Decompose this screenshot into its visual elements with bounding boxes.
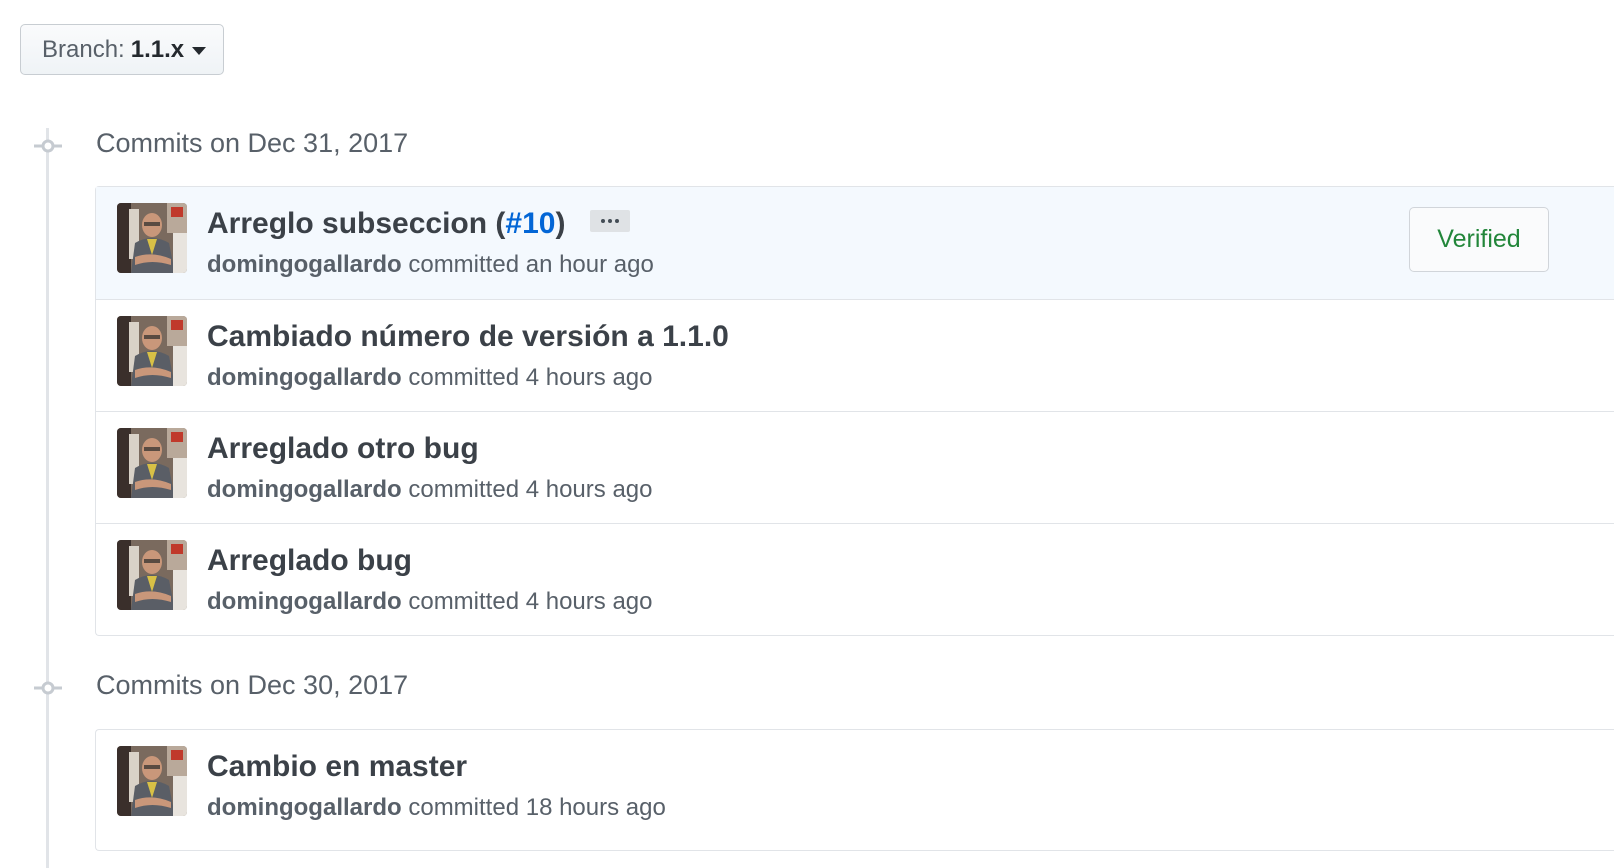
commit-time: 4 hours ago xyxy=(525,476,653,503)
commit-time: 4 hours ago xyxy=(525,364,653,391)
commit-author-link[interactable]: domingogallardo xyxy=(207,364,402,391)
git-commit-icon xyxy=(34,139,62,153)
commit-title-link[interactable]: Arreglado bug xyxy=(207,544,412,578)
commit-list: Arreglo subseccion (#10) domingogallardo… xyxy=(95,186,1614,636)
commit-row: Arreglo subseccion (#10) domingogallardo… xyxy=(96,187,1614,299)
commit-time: 18 hours ago xyxy=(525,794,666,821)
avatar[interactable] xyxy=(117,316,187,386)
ellipsis-dot-icon xyxy=(614,219,619,224)
pull-request-link[interactable]: #10 xyxy=(505,207,555,240)
commit-author-link[interactable]: domingogallardo xyxy=(207,588,402,615)
caret-down-icon xyxy=(192,46,207,55)
commit-author-link[interactable]: domingogallardo xyxy=(207,794,402,821)
commit-action: committed xyxy=(408,794,520,821)
commit-meta: domingogallardo committed 4 hours ago xyxy=(207,364,652,392)
avatar[interactable] xyxy=(117,428,187,498)
commit-meta: domingogallardo committed an hour ago xyxy=(207,251,654,279)
timeline-line xyxy=(46,128,49,868)
branch-name-label: 1.1.x xyxy=(130,35,185,63)
verified-badge[interactable]: Verified xyxy=(1409,207,1549,272)
commit-action: committed xyxy=(408,588,520,615)
commit-meta: domingogallardo committed 4 hours ago xyxy=(207,588,652,616)
commit-title-link[interactable]: Arreglo subseccion (#10) xyxy=(207,207,630,241)
commit-list: Cambio en master domingogallardo committ… xyxy=(95,729,1614,851)
commit-meta: domingogallardo committed 4 hours ago xyxy=(207,476,652,504)
expand-message-button[interactable] xyxy=(589,210,630,233)
commit-row: Cambio en master domingogallardo committ… xyxy=(96,730,1614,850)
avatar[interactable] xyxy=(117,203,187,273)
commit-group-header: Commits on Dec 30, 2017 xyxy=(0,668,1614,708)
commit-action: committed xyxy=(408,364,520,391)
commit-title-suffix: ) xyxy=(555,207,566,240)
commit-group-title: Commits on Dec 31, 2017 xyxy=(96,128,409,158)
avatar[interactable] xyxy=(117,746,187,816)
commit-title-link[interactable]: Cambio en master xyxy=(207,750,467,784)
commit-time: an hour ago xyxy=(525,251,654,278)
commit-meta: domingogallardo committed 18 hours ago xyxy=(207,794,666,822)
commit-author-link[interactable]: domingogallardo xyxy=(207,251,402,278)
branch-prefix-label: Branch: xyxy=(42,35,125,63)
commit-row: Arreglado otro bug domingogallardo commi… xyxy=(96,411,1614,523)
commit-title-link[interactable]: Arreglado otro bug xyxy=(207,432,479,466)
avatar[interactable] xyxy=(117,540,187,610)
commit-row: Arreglado bug domingogallardo committed … xyxy=(96,523,1614,635)
commit-title-link[interactable]: Cambiado número de versión a 1.1.0 xyxy=(207,320,729,354)
commit-row: Cambiado número de versión a 1.1.0 domin… xyxy=(96,299,1614,411)
commit-title-text: Arreglo subseccion ( xyxy=(207,207,506,240)
branch-select-button[interactable]: Branch: 1.1.x xyxy=(20,24,224,75)
commit-time: 4 hours ago xyxy=(525,588,653,615)
commit-group-header: Commits on Dec 31, 2017 xyxy=(0,126,1614,166)
commit-action: committed xyxy=(408,476,520,503)
commit-author-link[interactable]: domingogallardo xyxy=(207,476,402,503)
git-commit-icon xyxy=(34,681,62,695)
commit-group-title: Commits on Dec 30, 2017 xyxy=(96,670,409,700)
ellipsis-dot-icon xyxy=(600,219,605,224)
ellipsis-dot-icon xyxy=(607,219,612,224)
commit-action: committed xyxy=(408,251,520,278)
